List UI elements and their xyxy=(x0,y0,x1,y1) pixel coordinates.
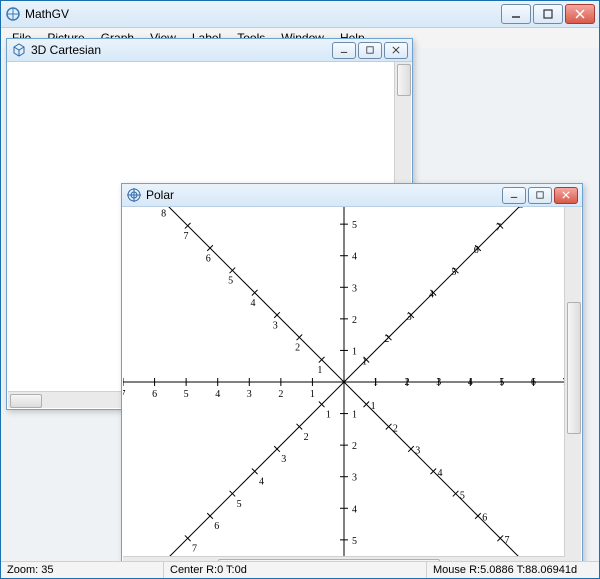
svg-text:8: 8 xyxy=(161,209,166,220)
svg-text:4: 4 xyxy=(215,389,220,400)
minimize-button[interactable] xyxy=(501,4,531,24)
svg-text:3: 3 xyxy=(407,312,412,323)
svg-text:5: 5 xyxy=(184,389,189,400)
window-3d-titlebar[interactable]: 3D Cartesian xyxy=(7,39,412,62)
svg-text:1: 1 xyxy=(373,377,378,388)
svg-text:2: 2 xyxy=(352,315,357,326)
svg-text:4: 4 xyxy=(429,289,434,300)
svg-text:3: 3 xyxy=(273,320,278,331)
window-3d-title: 3D Cartesian xyxy=(31,43,332,57)
window-polar-maximize-button[interactable] xyxy=(528,187,552,204)
svg-text:6: 6 xyxy=(214,521,219,532)
svg-text:5: 5 xyxy=(499,377,504,388)
app-window: MathGV File Picture Graph View Label Too… xyxy=(0,0,600,579)
svg-text:1: 1 xyxy=(352,346,357,357)
svg-text:7: 7 xyxy=(496,222,501,233)
svg-text:4: 4 xyxy=(352,504,357,515)
app-titlebar[interactable]: MathGV xyxy=(1,1,599,28)
svg-text:6: 6 xyxy=(482,513,487,524)
svg-text:3: 3 xyxy=(281,454,286,465)
svg-text:1: 1 xyxy=(352,410,357,421)
cube-icon xyxy=(11,42,27,58)
maximize-button[interactable] xyxy=(533,4,563,24)
svg-text:6: 6 xyxy=(531,377,536,388)
close-button[interactable] xyxy=(565,4,595,24)
svg-text:3: 3 xyxy=(415,446,420,457)
svg-text:2: 2 xyxy=(352,441,357,452)
svg-text:4: 4 xyxy=(468,377,473,388)
svg-text:5: 5 xyxy=(237,499,242,510)
window-polar[interactable]: Polar 1 2 3 4 5 6 7 1 2 3 4 5 6 7 8 1 2 3 4 5 1 2 3 4 5 6 7 8 1 2 3 4 5 6… xyxy=(121,183,583,575)
svg-text:8: 8 xyxy=(518,207,523,211)
svg-text:6: 6 xyxy=(152,389,157,400)
svg-text:2: 2 xyxy=(393,423,398,434)
svg-text:4: 4 xyxy=(352,252,357,263)
window-3d-minimize-button[interactable] xyxy=(332,42,356,59)
window-polar-title: Polar xyxy=(146,188,502,202)
hscroll-thumb[interactable] xyxy=(10,394,42,408)
svg-text:6: 6 xyxy=(474,245,479,256)
svg-text:2: 2 xyxy=(304,432,309,443)
svg-text:4: 4 xyxy=(250,298,255,309)
svg-text:7: 7 xyxy=(123,389,126,400)
svg-text:2: 2 xyxy=(278,389,283,400)
window-polar-titlebar[interactable]: Polar xyxy=(122,184,582,207)
svg-text:5: 5 xyxy=(352,536,357,547)
svg-text:4: 4 xyxy=(438,468,443,479)
statusbar: Zoom: 35 Center R:0 T:0d Mouse R:5.0886 … xyxy=(1,561,599,578)
svg-text:2: 2 xyxy=(295,343,300,354)
svg-text:1: 1 xyxy=(317,365,322,376)
vscroll-thumb[interactable] xyxy=(397,64,411,96)
window-polar-body: 1 2 3 4 5 6 7 1 2 3 4 5 6 7 8 1 2 3 4 5 1 2 3 4 5 6 7 8 1 2 3 4 5 6 7 1 2 3 4 5… xyxy=(123,207,581,573)
vscroll-thumb[interactable] xyxy=(567,302,581,434)
svg-text:5: 5 xyxy=(451,267,456,278)
svg-text:2: 2 xyxy=(405,377,410,388)
polar-plot: 1 2 3 4 5 6 7 1 2 3 4 5 6 7 8 1 2 3 4 5 1 2 3 4 5 6 7 8 1 2 3 4 5 6 7 1 2 3 4 5… xyxy=(123,207,565,557)
svg-text:7: 7 xyxy=(183,231,188,242)
svg-text:2: 2 xyxy=(384,334,389,345)
svg-text:7: 7 xyxy=(505,535,510,546)
svg-text:5: 5 xyxy=(228,276,233,287)
svg-text:5: 5 xyxy=(352,220,357,231)
mdi-client-area: 3D Cartesian Polar xyxy=(1,48,599,562)
status-zoom: Zoom: 35 xyxy=(1,562,164,578)
svg-text:3: 3 xyxy=(247,389,252,400)
vscrollbar-polar[interactable] xyxy=(564,207,581,557)
polar-icon xyxy=(126,187,142,203)
window-3d-maximize-button[interactable] xyxy=(358,42,382,59)
window-polar-close-button[interactable] xyxy=(554,187,578,204)
svg-text:1: 1 xyxy=(362,356,367,367)
app-title: MathGV xyxy=(25,7,501,21)
app-icon xyxy=(5,6,21,22)
svg-text:4: 4 xyxy=(259,477,264,488)
svg-text:3: 3 xyxy=(436,377,441,388)
svg-text:1: 1 xyxy=(310,389,315,400)
svg-text:3: 3 xyxy=(352,473,357,484)
svg-text:1: 1 xyxy=(371,401,376,412)
svg-text:3: 3 xyxy=(352,283,357,294)
window-3d-close-button[interactable] xyxy=(384,42,408,59)
status-center: Center R:0 T:0d xyxy=(164,562,427,578)
status-mouse: Mouse R:5.0886 T:88.06941d xyxy=(427,562,599,578)
svg-text:1: 1 xyxy=(326,410,331,421)
window-polar-minimize-button[interactable] xyxy=(502,187,526,204)
svg-text:7: 7 xyxy=(192,544,197,555)
svg-text:5: 5 xyxy=(460,490,465,501)
svg-text:6: 6 xyxy=(206,253,211,264)
